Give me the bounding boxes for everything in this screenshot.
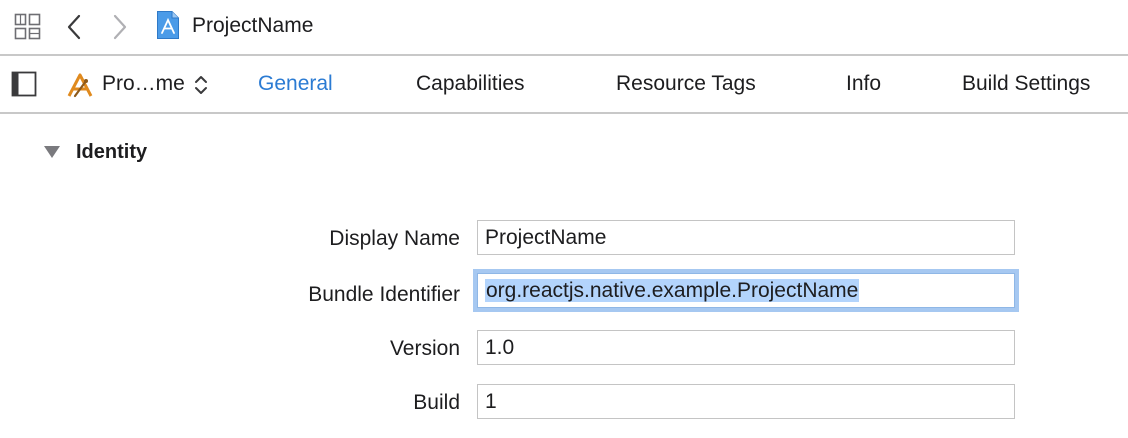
- sidebar-toggle-icon[interactable]: [11, 71, 37, 97]
- build-value: 1: [485, 390, 497, 413]
- version-label: Version: [389, 337, 460, 360]
- project-file-icon: [156, 10, 180, 40]
- tab-resource-tags[interactable]: Resource Tags: [616, 71, 756, 97]
- chevron-left-icon[interactable]: [66, 14, 82, 40]
- build-field[interactable]: 1: [477, 384, 1015, 419]
- bundle-identifier-value: org.reactjs.native.example.ProjectName: [485, 279, 860, 302]
- disclosure-triangle-icon[interactable]: [43, 145, 61, 159]
- display-name-value: ProjectName: [485, 226, 607, 249]
- editor-tab-bar: Pro…me General Capabilities Resource Tag…: [0, 56, 1128, 112]
- app-target-icon: [66, 72, 94, 98]
- breadcrumb-project-name[interactable]: ProjectName: [192, 13, 313, 39]
- target-selector[interactable]: Pro…me: [102, 71, 185, 97]
- tab-info[interactable]: Info: [846, 71, 881, 97]
- section-title-identity: Identity: [76, 141, 148, 163]
- bundle-identifier-label: Bundle Identifier: [308, 283, 460, 306]
- build-label: Build: [413, 391, 460, 414]
- updown-chevron-icon[interactable]: [194, 74, 208, 96]
- jump-bar: ProjectName: [0, 0, 1128, 55]
- divider: [0, 112, 1128, 114]
- version-value: 1.0: [485, 336, 515, 359]
- tab-build-settings[interactable]: Build Settings: [962, 71, 1090, 97]
- tab-capabilities[interactable]: Capabilities: [416, 71, 525, 97]
- display-name-label: Display Name: [329, 227, 460, 250]
- grid-icon[interactable]: [14, 13, 41, 40]
- version-field[interactable]: 1.0: [477, 330, 1015, 365]
- display-name-field[interactable]: ProjectName: [477, 220, 1015, 255]
- tab-general[interactable]: General: [258, 71, 333, 97]
- bundle-identifier-field[interactable]: org.reactjs.native.example.ProjectName: [477, 273, 1015, 308]
- chevron-right-icon[interactable]: [112, 14, 128, 40]
